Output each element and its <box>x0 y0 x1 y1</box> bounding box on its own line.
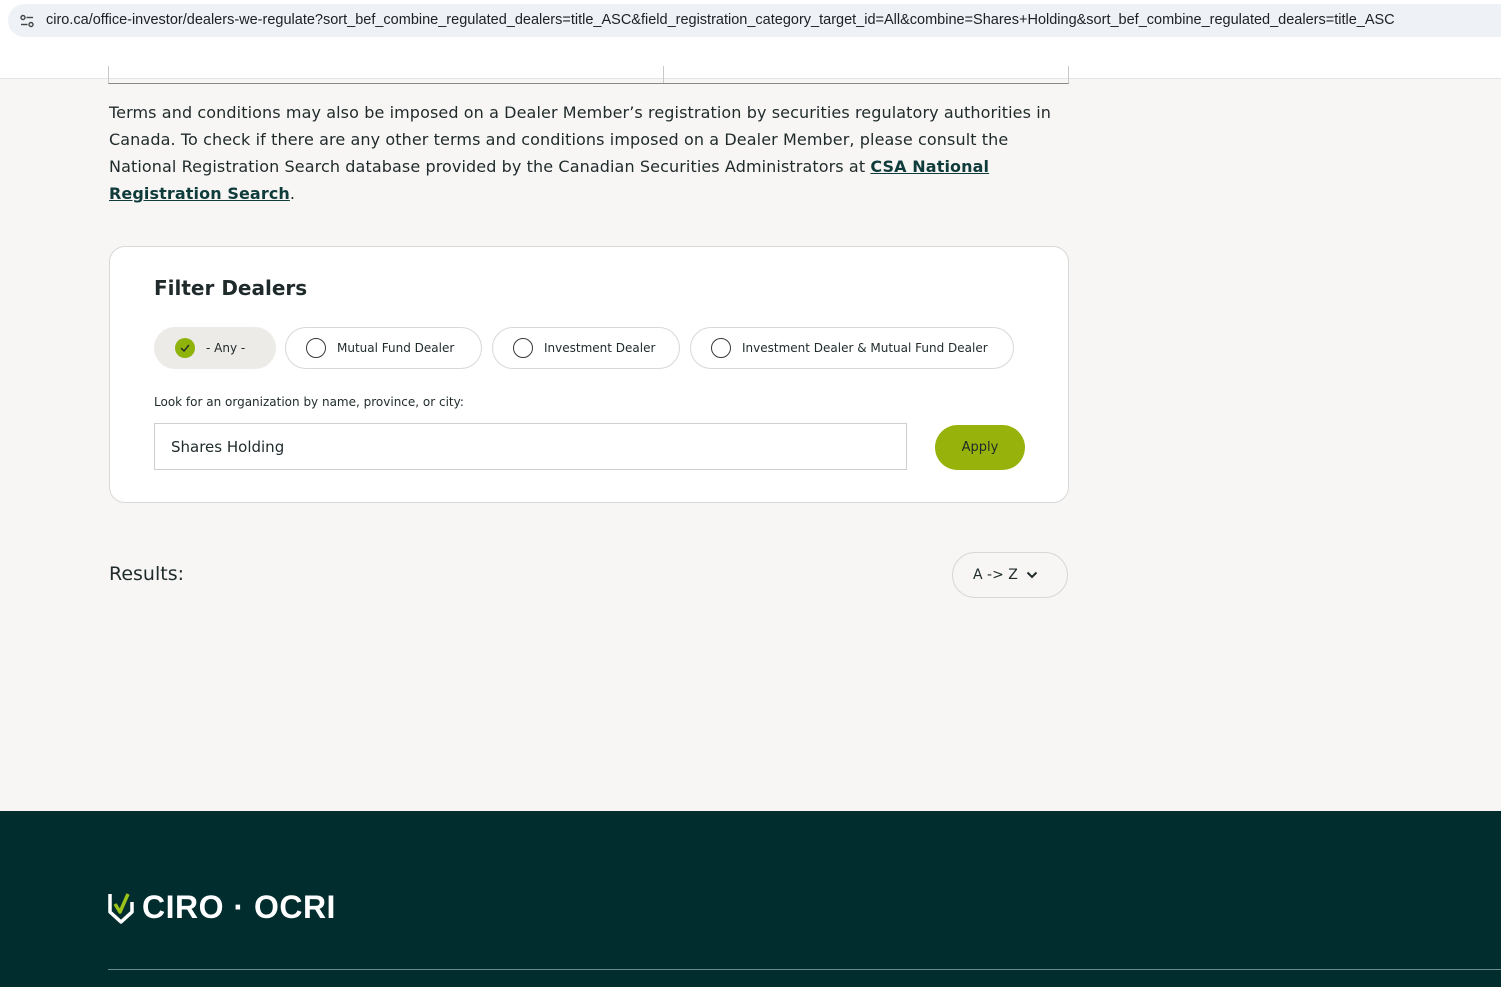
site-info-icon[interactable] <box>19 13 35 29</box>
results-label: Results: <box>109 563 185 585</box>
filter-dealers-panel: Filter Dealers - Any - Mutual Fund Deale… <box>109 246 1069 503</box>
url-bar[interactable]: ciro.ca/office-investor/dealers-we-regul… <box>8 4 1501 37</box>
url-text[interactable]: ciro.ca/office-investor/dealers-we-regul… <box>46 12 1395 28</box>
option-investment-and-mutual-fund-dealer-label: Investment Dealer & Mutual Fund Dealer <box>742 341 988 355</box>
dealers-table-bottom <box>108 66 1069 84</box>
checkmark-icon <box>175 338 195 358</box>
ciro-shield-icon <box>108 893 134 924</box>
terms-suffix: . <box>289 184 296 203</box>
logo-text: CIRO · OCRI <box>142 889 336 925</box>
option-investment-dealer[interactable]: Investment Dealer <box>492 327 680 369</box>
sort-select[interactable]: A -> Z <box>952 552 1068 598</box>
chevron-down-icon <box>1026 571 1038 579</box>
search-label: Look for an organization by name, provin… <box>154 395 464 409</box>
ciro-logo[interactable]: CIRO · OCRI <box>108 890 336 924</box>
option-investment-and-mutual-fund-dealer[interactable]: Investment Dealer & Mutual Fund Dealer <box>690 327 1014 369</box>
radio-icon <box>306 338 326 358</box>
footer-divider <box>108 969 1501 970</box>
table-column-divider <box>663 66 664 83</box>
radio-icon <box>711 338 731 358</box>
apply-button[interactable]: Apply <box>935 425 1025 470</box>
radio-icon <box>513 338 533 358</box>
option-any-label: - Any - <box>206 341 246 355</box>
option-any[interactable]: - Any - <box>154 327 276 369</box>
site-footer: CIRO · OCRI <box>0 811 1501 987</box>
organization-search-input[interactable] <box>154 423 907 470</box>
option-mutual-fund-dealer[interactable]: Mutual Fund Dealer <box>285 327 482 369</box>
sort-value: A -> Z <box>973 567 1018 583</box>
option-mutual-fund-dealer-label: Mutual Fund Dealer <box>337 341 455 355</box>
terms-paragraph: Terms and conditions may also be imposed… <box>109 99 1069 207</box>
option-investment-dealer-label: Investment Dealer <box>544 341 656 355</box>
filter-title: Filter Dealers <box>154 276 308 300</box>
